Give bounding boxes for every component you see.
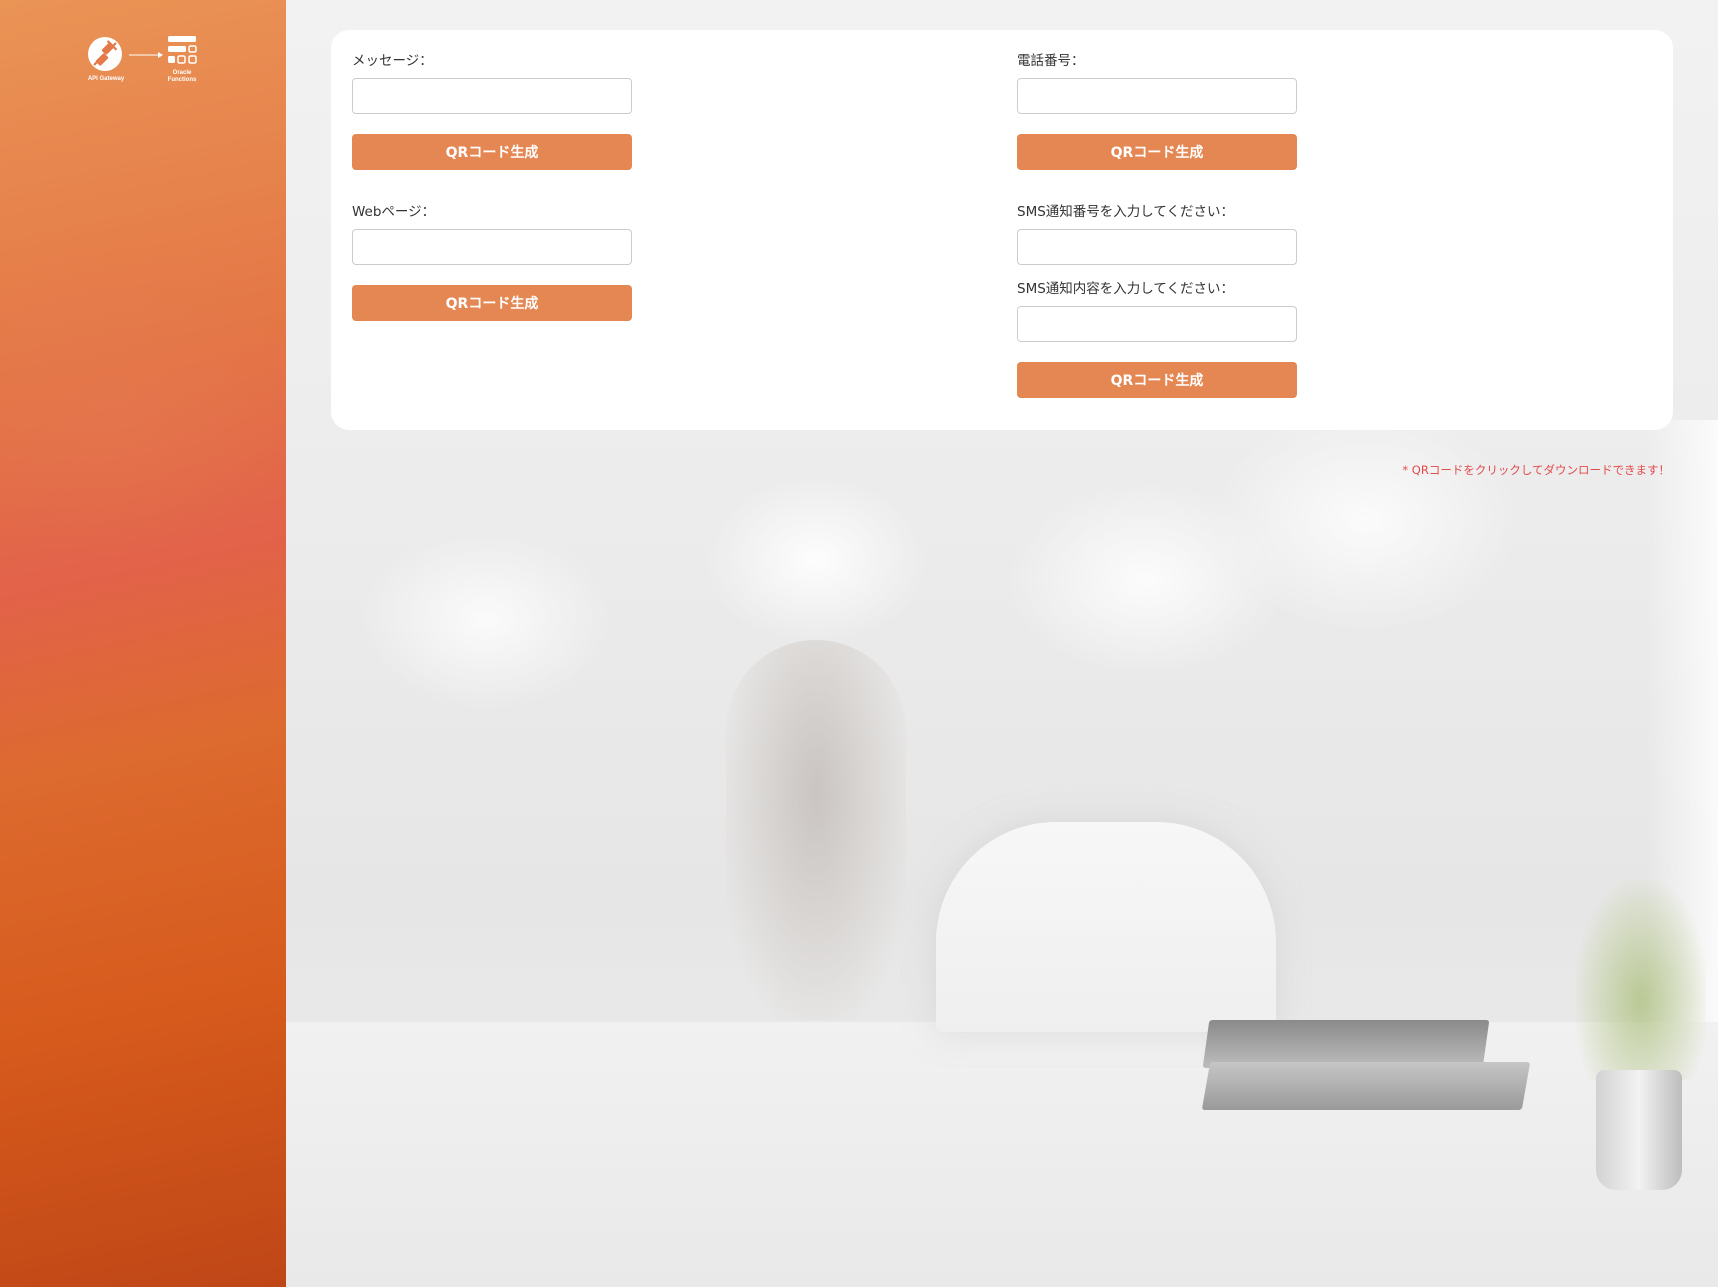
background-notebook <box>1201 1062 1531 1110</box>
api-gateway-label: API Gateway <box>87 76 125 82</box>
sms-generate-qr-button[interactable]: QRコード生成 <box>1017 362 1297 398</box>
qr-form-card: メッセージ： QRコード生成 Webページ： QRコード生成 電話番号： QRコ… <box>331 30 1673 430</box>
oracle-functions-icon <box>168 36 197 64</box>
background-chair <box>936 822 1276 1032</box>
phone-input[interactable] <box>1017 78 1297 114</box>
logo: API Gateway Oracle Functions <box>84 34 204 90</box>
sms-content-input[interactable] <box>1017 306 1297 342</box>
background-notebook <box>1202 1020 1490 1068</box>
sms-field-group: SMS通知番号を入力してください： SMS通知内容を入力してください： QRコー… <box>1017 203 1299 398</box>
phone-field-group: 電話番号： QRコード生成 <box>1017 52 1299 170</box>
phone-generate-qr-button[interactable]: QRコード生成 <box>1017 134 1297 170</box>
message-label: メッセージ： <box>352 53 433 69</box>
web-input[interactable] <box>352 229 632 265</box>
web-label: Webページ： <box>352 204 436 220</box>
web-generate-qr-button[interactable]: QRコード生成 <box>352 285 632 321</box>
background-plant <box>1576 880 1706 1080</box>
sidebar: API Gateway Oracle Functions <box>0 0 286 1287</box>
message-input[interactable] <box>352 78 632 114</box>
main-area: メッセージ： QRコード生成 Webページ： QRコード生成 電話番号： QRコ… <box>286 0 1718 1287</box>
message-generate-qr-button[interactable]: QRコード生成 <box>352 134 632 170</box>
web-field-group: Webページ： QRコード生成 <box>352 203 634 321</box>
oracle-functions-label: Oracle Functions <box>160 70 204 84</box>
background-person <box>726 640 906 1020</box>
oracle-functions-label-line1: Oracle <box>172 70 192 76</box>
sms-number-label: SMS通知番号を入力してください： <box>1017 204 1234 220</box>
arrow-right-icon <box>129 52 163 58</box>
sms-content-label: SMS通知内容を入力してください： <box>1017 281 1234 297</box>
message-field-group: メッセージ： QRコード生成 <box>352 52 634 170</box>
background-plant-pot <box>1596 1070 1682 1190</box>
phone-label: 電話番号： <box>1017 53 1085 69</box>
oracle-functions-label-line2: Functions <box>167 77 197 83</box>
sms-number-input[interactable] <box>1017 229 1297 265</box>
api-gateway-icon <box>88 37 122 71</box>
download-hint-note: * QRコードをクリックしてダウンロードできます！ <box>1402 463 1670 477</box>
